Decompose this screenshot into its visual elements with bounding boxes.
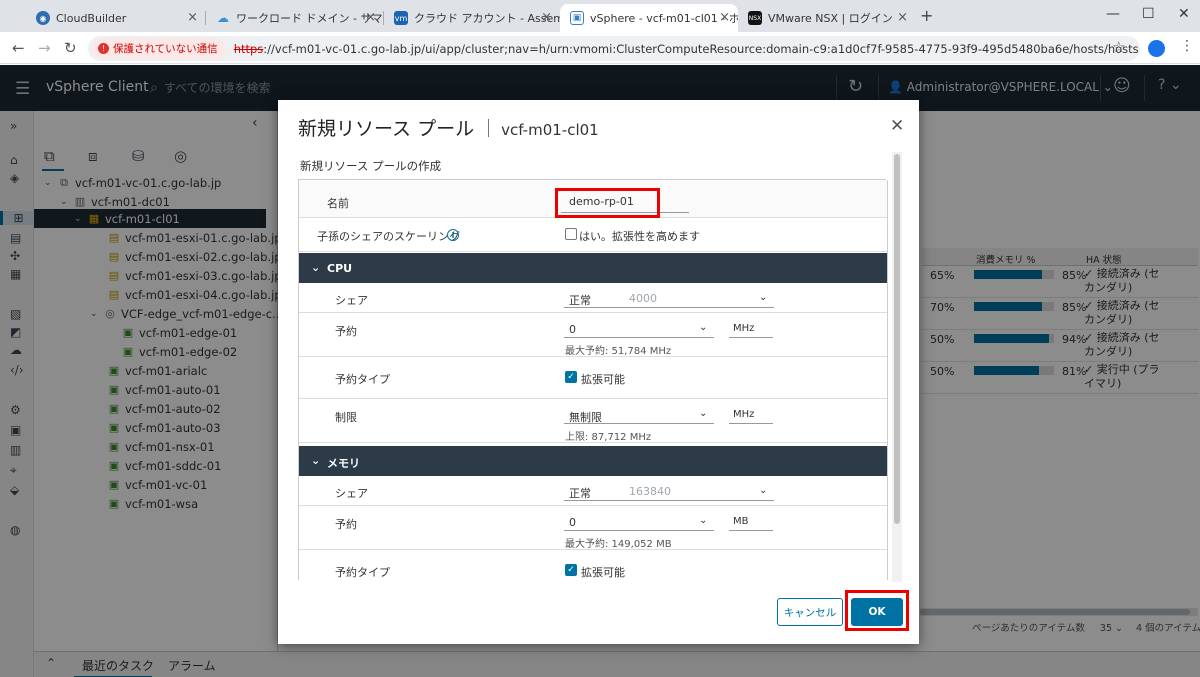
cpu-reservation-type-label: 予約タイプ: [335, 373, 390, 386]
cloud-icon: ☁: [217, 11, 229, 25]
cpu-limit-unit[interactable]: MHz: [733, 409, 754, 420]
cpu-section-header[interactable]: ⌄ CPU: [299, 253, 887, 283]
new-resource-pool-dialog: 新規リソース プール vcf-m01-cl01 ✕ 新規リソース プールの作成 名…: [278, 100, 919, 644]
info-icon[interactable]: i: [447, 229, 459, 241]
cpu-reservation-type-row: 予約タイプ ✓ 拡張可能: [299, 357, 887, 399]
close-icon[interactable]: ×: [365, 10, 376, 25]
chevron-down-icon: ⌄: [311, 454, 321, 467]
close-icon[interactable]: ×: [897, 10, 908, 25]
browser-tab-strip: ◉ CloudBuilder × ☁ ワークロード ドメイン - サマリ × v…: [0, 0, 1200, 32]
memory-reservation-type-row: 予約タイプ ✓ 拡張可能: [299, 550, 887, 580]
close-icon[interactable]: ×: [541, 10, 552, 25]
bookmark-star-icon[interactable]: ☆: [1112, 38, 1125, 56]
cpu-reservation-label: 予約: [335, 325, 357, 338]
cpu-expandable-label: 拡張可能: [581, 373, 625, 386]
tab-title: CloudBuilder: [56, 11, 127, 25]
chevron-down-icon[interactable]: ⌄: [699, 515, 707, 526]
cpu-share-select[interactable]: 正常: [569, 292, 591, 308]
cpu-limit-max: 上限: 87,712 MHz: [565, 432, 652, 443]
browser-tab-nsx[interactable]: NSX VMware NSX | ログイン ×: [738, 4, 916, 32]
memory-reservation-row: 予約 0 ⌄ MB 最大予約: 149,052 MB: [299, 506, 887, 550]
memory-expandable-checkbox[interactable]: ✓: [565, 564, 577, 576]
cpu-reservation-row: 予約 0 ⌄ MHz 最大予約: 51,784 MHz: [299, 313, 887, 357]
cloudbuilder-icon: ◉: [36, 11, 50, 25]
tab-title: クラウド アカウント - Assembler: [414, 12, 560, 25]
profile-avatar[interactable]: [1148, 40, 1165, 57]
scaling-checkbox[interactable]: [565, 228, 577, 240]
scaling-label: 子孫のシェアのスケーリング: [317, 230, 460, 243]
chevron-down-icon[interactable]: ⌄: [699, 408, 707, 419]
cancel-button[interactable]: キャンセル: [777, 598, 843, 626]
memory-reservation-type-label: 予約タイプ: [335, 566, 390, 579]
url-text: ://vcf-m01-vc-01.c.go-lab.jp/ui/app/clus…: [263, 41, 1139, 56]
close-icon[interactable]: ✕: [890, 116, 904, 136]
name-label: 名前: [327, 197, 349, 210]
cpu-limit-row: 制限 無制限 ⌄ MHz 上限: 87,712 MHz: [299, 399, 887, 443]
forward-icon[interactable]: →: [38, 39, 51, 57]
memory-section-header[interactable]: ⌄ メモリ: [299, 446, 887, 476]
memory-reservation-max: 最大予約: 149,052 MB: [565, 539, 672, 550]
cpu-share-label: シェア: [335, 294, 368, 307]
memory-share-select[interactable]: 正常: [569, 485, 591, 501]
dialog-title: 新規リソース プール vcf-m01-cl01: [298, 114, 599, 141]
highlight-box: [845, 590, 909, 631]
close-icon[interactable]: ×: [187, 10, 198, 25]
browser-tab-vsphere[interactable]: ▣ vSphere - vcf-m01-cl01 - ホスト ×: [560, 4, 738, 32]
highlight-box: [555, 188, 660, 218]
scaling-row: 子孫のシェアのスケーリング i はい。拡張性を高めます: [299, 218, 887, 252]
browser-tab-cloudbuilder[interactable]: ◉ CloudBuilder ×: [26, 4, 206, 32]
memory-reservation-unit[interactable]: MB: [733, 516, 749, 527]
tab-title: vSphere - vcf-m01-cl01 - ホスト: [590, 12, 738, 25]
cpu-limit-label: 制限: [335, 411, 357, 424]
warning-icon: !: [98, 43, 109, 54]
address-bar: ← → ↻ ! 保護されていない通信 https ://vcf-m01-vc-0…: [0, 32, 1200, 64]
cpu-reservation-input[interactable]: 0: [569, 323, 576, 336]
memory-section-label: メモリ: [327, 457, 360, 470]
memory-reservation-label: 予約: [335, 518, 357, 531]
memory-share-label: シェア: [335, 487, 368, 500]
memory-expandable-label: 拡張可能: [581, 566, 625, 579]
browser-tab-workload-domain[interactable]: ☁ ワークロード ドメイン - サマリ ×: [206, 4, 384, 32]
browser-tab-assembler[interactable]: vm クラウド アカウント - Assembler ×: [384, 4, 560, 32]
cpu-reservation-unit[interactable]: MHz: [733, 323, 754, 334]
cpu-share-number: 4000: [629, 292, 657, 305]
memory-share-number: 163840: [629, 485, 671, 498]
url-scheme: https: [233, 41, 264, 56]
cpu-share-row: シェア 正常 4000 ⌄: [299, 283, 887, 313]
nsx-icon: NSX: [748, 11, 762, 25]
window-close-icon[interactable]: ✕: [1178, 6, 1190, 22]
dialog-scrollbar[interactable]: [892, 152, 902, 582]
dialog-subtitle: vcf-m01-cl01: [501, 121, 599, 139]
cpu-expandable-checkbox[interactable]: ✓: [565, 371, 577, 383]
back-icon[interactable]: ←: [12, 39, 25, 57]
cpu-reservation-max: 最大予約: 51,784 MHz: [565, 346, 672, 357]
memory-share-row: シェア 正常 163840 ⌄: [299, 476, 887, 506]
cpu-section-label: CPU: [327, 262, 353, 275]
browser-menu-icon[interactable]: ⋮: [1180, 38, 1194, 54]
minimize-icon[interactable]: —: [1106, 6, 1120, 22]
name-row: 名前 demo-rp-01: [299, 180, 887, 218]
maximize-icon[interactable]: ☐: [1142, 6, 1155, 22]
chevron-down-icon[interactable]: ⌄: [699, 322, 707, 333]
tab-title: ワークロード ドメイン - サマリ: [236, 12, 384, 25]
scaling-checkbox-label: はい。拡張性を高めます: [579, 230, 700, 243]
resource-pool-form: 名前 demo-rp-01 子孫のシェアのスケーリング i はい。拡張性を高めま…: [298, 180, 888, 580]
security-label: 保護されていない通信: [113, 43, 218, 55]
url-input[interactable]: ! 保護されていない通信 https ://vcf-m01-vc-01.c.go…: [88, 36, 1140, 61]
memory-reservation-input[interactable]: 0: [569, 516, 576, 529]
vsphere-icon: ▣: [570, 11, 584, 25]
vmw-icon: vm: [394, 11, 408, 25]
new-tab-icon[interactable]: +: [920, 6, 933, 25]
dialog-title-text: 新規リソース プール: [298, 118, 475, 140]
chevron-down-icon[interactable]: ⌄: [759, 485, 767, 496]
tab-title: VMware NSX | ログイン: [768, 12, 893, 25]
chevron-down-icon[interactable]: ⌄: [759, 292, 767, 303]
security-indicator[interactable]: ! 保護されていない通信: [92, 38, 226, 59]
reload-icon[interactable]: ↻: [64, 39, 77, 57]
close-icon[interactable]: ×: [719, 10, 730, 25]
chevron-down-icon: ⌄: [311, 261, 321, 274]
